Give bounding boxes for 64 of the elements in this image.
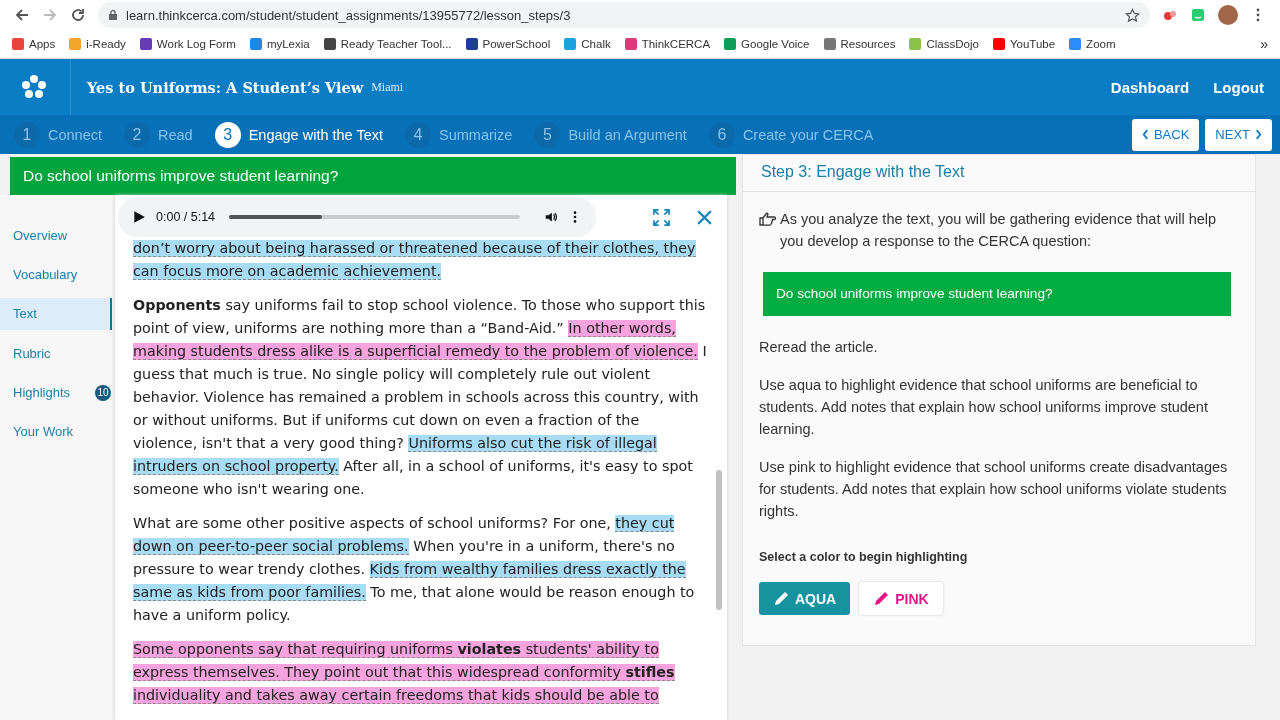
- question-banner: Do school uniforms improve student learning?: [763, 272, 1231, 316]
- sidebar-item[interactable]: Vocabulary: [0, 258, 112, 291]
- bookmark[interactable]: Resources: [823, 38, 896, 50]
- back-button[interactable]: BACK: [1131, 118, 1200, 151]
- step-tab[interactable]: 6 Create your CERCA: [708, 121, 874, 148]
- sidebar-item[interactable]: Text: [0, 297, 112, 330]
- step-tab[interactable]: 2 Read: [124, 121, 193, 148]
- bookmark[interactable]: ClassDojo: [909, 38, 979, 50]
- article-paragraph: Opponents say uniforms fail to stop school violence. To those who support this point of view, uniforms are nothing more than a “Band-Aid.” In other words, making students dress alike is a superficial remedy to the problem of violence. I guess that much is true. No single policy will completely rule out violent behavior. Violence has remained a problem in schools across this country, with or without uniforms. But if uniforms cut down on even a fraction of the violence, isn't that a very good thing? Uniforms also cut the risk of illegal intruders on school property. After all, in a school of uniforms, it's easy to spot someone who isn't wearing one.: [133, 296, 707, 499]
- bookmark[interactable]: i-Ready: [69, 38, 126, 50]
- profile-avatar[interactable]: [1218, 5, 1238, 25]
- highlight-prompt: Select a color to begin highlighting: [759, 549, 969, 566]
- next-button[interactable]: NEXT: [1205, 118, 1272, 151]
- panel-title: Step 3: Engage with the Text: [743, 155, 1255, 192]
- step-tab[interactable]: 1 Connect: [14, 121, 102, 148]
- sidebar-item[interactable]: Overview: [0, 219, 112, 251]
- sidebar-item[interactable]: Your Work: [0, 415, 112, 448]
- nav-link[interactable]: Logout: [1213, 78, 1264, 96]
- instructions-text: Use pink to highlight evidence that school uniforms create disadvantages for students. Add notes that explain how school uniforms violate students rights.: [759, 458, 1229, 521]
- question-banner: Do school uniforms improve student learning?: [10, 157, 736, 195]
- instructions-text: Use aqua to highlight evidence that school uniforms are beneficial to students. Add notes that explain how school uniforms improve student learning.: [759, 376, 1209, 439]
- logo-icon[interactable]: [20, 73, 48, 101]
- bookmark[interactable]: Ready Teacher Tool...: [323, 38, 452, 50]
- back-icon[interactable]: [14, 7, 30, 23]
- pencil-icon: [773, 590, 789, 607]
- play-icon[interactable]: [132, 210, 146, 224]
- sidebar-item[interactable]: Rubric: [0, 337, 112, 370]
- highlight-button[interactable]: AQUA: [759, 582, 851, 615]
- step-tab[interactable]: 4 Summarize: [405, 121, 513, 148]
- sidebar-item[interactable]: Highlights 10: [0, 376, 112, 409]
- step-tab[interactable]: 3 Engage with the Text: [214, 121, 384, 148]
- bookmark[interactable]: Google Voice: [724, 38, 810, 50]
- volume-icon[interactable]: [544, 210, 558, 224]
- bookmark[interactable]: Zoom: [1069, 38, 1116, 50]
- pointing-hand-icon: [759, 212, 777, 226]
- count-badge: 10: [95, 384, 111, 401]
- audio-time: 0:00 / 5:14: [156, 210, 216, 224]
- chevron-right-icon: [1255, 129, 1262, 140]
- bookmark[interactable]: ThinkCERCA: [624, 38, 711, 50]
- instructions-text: As you analyze the text, you will be gathering evidence that will help you develop a response to the CERCA question:: [780, 210, 1218, 251]
- audio-progress[interactable]: [229, 215, 520, 219]
- article-paragraph: don’t worry about being harassed or threatened because of their clothes, they can focus more on academic achievement.: [133, 239, 697, 282]
- article-paragraph: What are some other positive aspects of school uniforms? For one, they cut down on peer-to-peer social problems. When you're in a uniform, there's no pressure to wear trendy clothes. Kids from wealthy families dress exactly the same as kids from poor families. To me, that alone would be reason enough to have a uniform policy.: [133, 514, 696, 625]
- nav-link[interactable]: Dashboard: [1110, 78, 1190, 96]
- article-paragraph: Some opponents say that requiring uniforms violates students' ability to express themselves. They point out that this widespread conformity stifles individuality and takes away certain freedoms that kids should be able to: [133, 640, 676, 706]
- address-bar[interactable]: learn.thinkcerca.com/student/student_assignments/13955772/lesson_steps/3: [98, 2, 1150, 28]
- class-name: Miami: [371, 79, 404, 95]
- instructions-text: Reread the article.: [759, 338, 879, 357]
- scrollbar[interactable]: [716, 470, 722, 610]
- reload-icon[interactable]: [70, 7, 86, 23]
- expand-icon[interactable]: [653, 208, 670, 226]
- bookmark[interactable]: Chalk: [564, 38, 611, 50]
- step-tab[interactable]: 5 Build an Argument: [534, 121, 687, 148]
- highlight-button[interactable]: PINK: [859, 582, 943, 615]
- more-bookmarks-button[interactable]: »: [1260, 36, 1268, 52]
- bookmark[interactable]: YouTube: [992, 38, 1056, 50]
- pencil-icon: [873, 590, 890, 607]
- bookmark[interactable]: Apps: [12, 38, 56, 50]
- chevron-left-icon: [1141, 129, 1149, 140]
- bookmark[interactable]: Work Log Form: [139, 38, 236, 50]
- lesson-title: Yes to Uniforms: A Student’s View: [87, 78, 364, 96]
- bookmark[interactable]: PowerSchool: [465, 38, 551, 50]
- bookmark[interactable]: myLexia: [249, 38, 310, 50]
- close-icon[interactable]: [696, 208, 713, 226]
